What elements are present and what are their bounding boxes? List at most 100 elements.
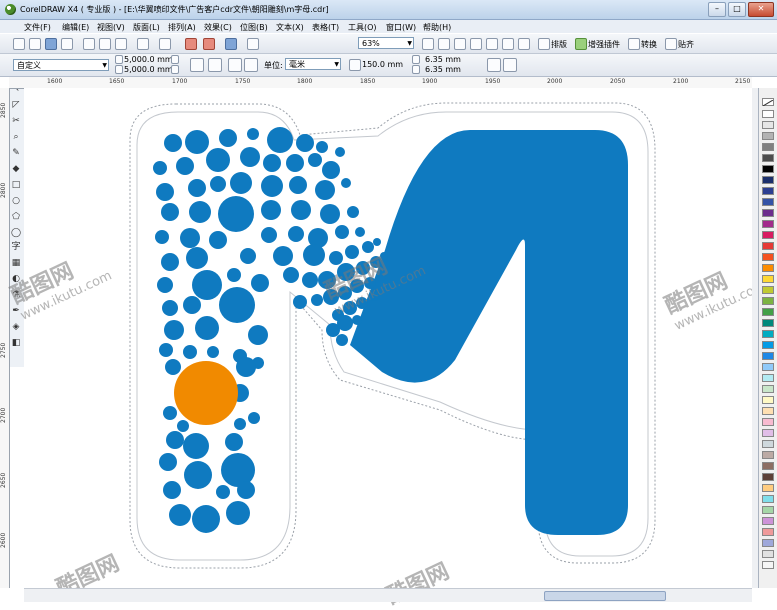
blue-dot[interactable] — [186, 247, 208, 269]
color-swatch[interactable] — [762, 429, 774, 437]
arrange-button[interactable]: 排版 — [551, 39, 567, 50]
page-height-field[interactable]: 5,000.0 mm — [124, 65, 173, 74]
color-swatch[interactable] — [762, 396, 774, 404]
blue-dot[interactable] — [288, 226, 304, 242]
blue-dot[interactable] — [267, 127, 293, 153]
arrange-icon[interactable] — [538, 38, 550, 50]
blue-dot[interactable] — [343, 301, 357, 315]
blue-dot[interactable] — [337, 263, 355, 281]
portrait-icon[interactable] — [190, 58, 204, 72]
duplicate-y-field[interactable]: 6.35 mm — [425, 65, 461, 74]
drawing-canvas[interactable]: 酷图网 www.ikutu.com 酷图网 www.ikutu.com 酷图网 www… — [7, 88, 768, 610]
blue-dot[interactable] — [164, 320, 184, 340]
blue-dot[interactable] — [293, 295, 307, 309]
zoom-all-objects-icon[interactable] — [470, 38, 482, 50]
blue-dot[interactable] — [157, 277, 173, 293]
blue-dot[interactable] — [322, 161, 340, 179]
application-launcher-icon[interactable] — [225, 38, 237, 50]
blue-dot[interactable] — [189, 201, 211, 223]
color-swatch[interactable] — [762, 484, 774, 492]
blue-dot[interactable] — [261, 175, 283, 197]
blue-dot[interactable] — [219, 129, 237, 147]
blue-dot[interactable] — [226, 501, 250, 525]
zoom-page-width-icon[interactable] — [502, 38, 514, 50]
blue-dot[interactable] — [156, 183, 174, 201]
blue-dot[interactable] — [159, 453, 177, 471]
blue-dot[interactable] — [336, 334, 348, 346]
blue-dot[interactable] — [188, 179, 206, 197]
color-swatch[interactable] — [762, 440, 774, 448]
blue-dot[interactable] — [289, 176, 307, 194]
blue-dot[interactable] — [183, 433, 209, 459]
blue-dot[interactable] — [155, 230, 169, 244]
blue-dot[interactable] — [184, 461, 212, 489]
menu-text[interactable]: 文本(X) — [276, 22, 304, 33]
letter-m-artwork[interactable] — [24, 88, 752, 588]
snap-button[interactable]: 贴齐 — [678, 39, 694, 50]
blue-dot[interactable] — [247, 128, 259, 140]
smart-fill-tool-icon[interactable]: ◆ — [11, 164, 21, 174]
color-swatch[interactable] — [762, 209, 774, 217]
spin-down-icon[interactable] — [171, 65, 179, 74]
page-border-icon[interactable] — [503, 58, 517, 72]
blue-dot[interactable] — [164, 134, 182, 152]
blue-dot[interactable] — [219, 287, 255, 323]
blue-dot[interactable] — [209, 231, 227, 249]
spin-up-icon[interactable] — [171, 55, 179, 64]
blue-dot[interactable] — [225, 433, 243, 451]
snap-icon[interactable] — [665, 38, 677, 50]
table-tool-icon[interactable]: ▦ — [11, 258, 21, 268]
color-swatch[interactable] — [762, 264, 774, 272]
save-icon[interactable] — [45, 38, 57, 50]
convert-icon[interactable] — [628, 38, 640, 50]
horizontal-scroll-thumb[interactable] — [544, 591, 666, 601]
no-color-swatch[interactable] — [762, 98, 774, 107]
color-swatch[interactable] — [762, 418, 774, 426]
blue-dot[interactable] — [165, 359, 181, 375]
blue-dot[interactable] — [180, 228, 200, 248]
zoom-page-icon[interactable] — [486, 38, 498, 50]
freehand-tool-icon[interactable]: ✎ — [11, 148, 21, 158]
blue-dot[interactable] — [251, 274, 269, 292]
menu-arrange[interactable]: 排列(A) — [168, 22, 196, 33]
blue-dot[interactable] — [153, 161, 167, 175]
close-button[interactable]: ✕ — [748, 2, 774, 17]
zoom-level-select[interactable]: 63% ▼ — [358, 37, 414, 49]
blue-dot[interactable] — [329, 251, 343, 265]
color-swatch[interactable] — [762, 374, 774, 382]
blue-dot[interactable] — [345, 245, 359, 259]
color-swatch[interactable] — [762, 110, 774, 118]
color-swatch[interactable] — [762, 451, 774, 459]
welcome-screen-icon[interactable] — [247, 38, 259, 50]
blue-dot[interactable] — [370, 256, 382, 268]
blue-dot[interactable] — [308, 153, 322, 167]
nudge-distance-field[interactable]: 150.0 mm — [362, 60, 403, 69]
color-swatch[interactable] — [762, 165, 774, 173]
blue-dot[interactable] — [350, 279, 364, 293]
import-icon[interactable] — [185, 38, 197, 50]
new-document-icon[interactable] — [13, 38, 25, 50]
color-swatch[interactable] — [762, 220, 774, 228]
color-swatch[interactable] — [762, 253, 774, 261]
color-swatch[interactable] — [762, 198, 774, 206]
color-swatch[interactable] — [762, 242, 774, 250]
blue-dot[interactable] — [323, 289, 339, 305]
blue-dot[interactable] — [216, 485, 230, 499]
blue-dot[interactable] — [369, 291, 379, 301]
interactive-fill-tool-icon[interactable]: ◧ — [11, 338, 21, 348]
blue-dot[interactable] — [159, 343, 173, 357]
blue-dot[interactable] — [263, 154, 281, 172]
menu-layout[interactable]: 版面(L) — [133, 22, 160, 33]
blue-dot[interactable] — [286, 154, 304, 172]
blue-dot[interactable] — [206, 148, 230, 172]
horizontal-scrollbar[interactable] — [24, 588, 752, 602]
blue-dot[interactable] — [261, 200, 281, 220]
color-swatch[interactable] — [762, 385, 774, 393]
color-swatch[interactable] — [762, 154, 774, 162]
blue-dot[interactable] — [177, 420, 189, 432]
color-swatch[interactable] — [762, 506, 774, 514]
blue-dot[interactable] — [302, 272, 318, 288]
zoom-page-height-icon[interactable] — [518, 38, 530, 50]
blue-dot[interactable] — [195, 316, 219, 340]
blue-dot[interactable] — [337, 315, 353, 331]
